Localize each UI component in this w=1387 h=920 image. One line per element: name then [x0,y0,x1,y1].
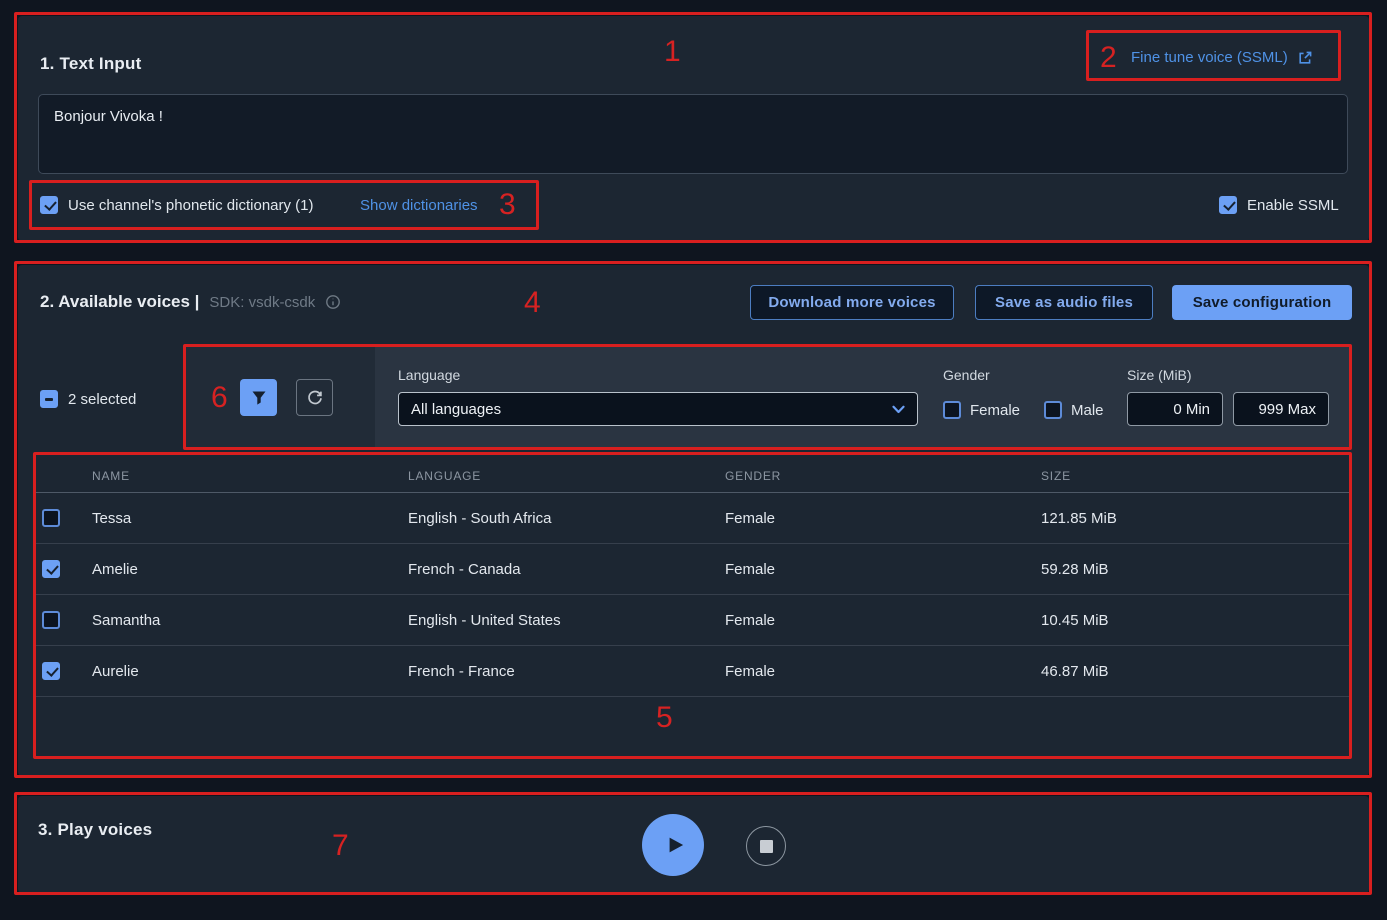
filter-button[interactable] [240,379,277,416]
voice-name: Aurelie [85,663,401,680]
header-name: NAME [85,469,401,483]
save-configuration-button[interactable]: Save configuration [1172,285,1352,320]
size-filter-label: Size (MiB) [1127,367,1192,383]
voice-name: Amelie [85,561,401,578]
language-select-value: All languages [411,401,501,418]
voice-gender: Female [718,510,1034,527]
voice-size: 121.85 MiB [1034,510,1349,527]
voice-name: Samantha [85,612,401,629]
voice-size: 10.45 MiB [1034,612,1349,629]
gender-female-label: Female [970,402,1020,420]
voice-size: 46.87 MiB [1034,663,1349,680]
save-as-audio-files-button[interactable]: Save as audio files [975,285,1153,320]
gender-male-checkbox[interactable] [1044,401,1062,419]
play-voices-section: 3. Play voices [18,796,1369,893]
row-checkbox[interactable] [42,611,60,629]
table-row-amelie: Amelie French - Canada Female 59.28 MiB [35,544,1349,595]
info-icon[interactable] [325,294,341,310]
voice-gender: Female [718,612,1034,629]
voice-filter-bar: Language All languages Gender Female Mal… [185,347,1349,448]
voices-table: NAME LANGUAGE GENDER SIZE Tessa English … [35,459,1349,697]
header-language: LANGUAGE [401,469,718,483]
row-checkbox[interactable] [42,560,60,578]
row-checkbox[interactable] [42,509,60,527]
voice-gender: Female [718,561,1034,578]
size-max-input[interactable] [1233,392,1329,426]
fine-tune-voice-link[interactable]: Fine tune voice (SSML) [1131,49,1313,66]
play-button[interactable] [642,814,704,876]
sdk-label: SDK: vsdk-csdk [209,294,315,311]
voice-gender: Female [718,663,1034,680]
refresh-icon [306,389,324,407]
show-dictionaries-link[interactable]: Show dictionaries [360,197,478,215]
phonetic-dictionary-checkbox[interactable] [40,196,58,214]
table-row-tessa: Tessa English - South Africa Female 121.… [35,493,1349,544]
external-link-icon [1297,50,1313,66]
table-row-aurelie: Aurelie French - France Female 46.87 MiB [35,646,1349,697]
gender-filter-label: Gender [943,367,990,383]
section1-title: 1. Text Input [40,53,141,74]
language-select[interactable]: All languages [398,392,918,426]
stop-button[interactable] [746,826,786,866]
filter-icon [251,390,267,406]
download-more-voices-button[interactable]: Download more voices [750,285,954,320]
voice-language: French - Canada [401,561,718,578]
section2-title: 2. Available voices | [40,292,199,312]
fine-tune-voice-label: Fine tune voice (SSML) [1131,49,1288,66]
voice-language: French - France [401,663,718,680]
enable-ssml-checkbox[interactable] [1219,196,1237,214]
voices-table-header: NAME LANGUAGE GENDER SIZE [35,459,1349,493]
header-gender: GENDER [718,469,1034,483]
gender-female-checkbox[interactable] [943,401,961,419]
gender-male-label: Male [1071,402,1104,420]
available-voices-section: 2. Available voices | SDK: vsdk-csdk Dow… [18,265,1369,776]
voice-language: English - South Africa [401,510,718,527]
tts-voice-configuration-page: 1. Text Input Fine tune voice (SSML) Bon… [0,0,1387,920]
section2-title-row: 2. Available voices | SDK: vsdk-csdk [40,292,341,312]
voice-language: English - United States [401,612,718,629]
enable-ssml-label: Enable SSML [1247,197,1339,215]
row-checkbox[interactable] [42,662,60,680]
stop-icon [760,840,773,853]
text-input-textarea[interactable]: Bonjour Vivoka ! [38,94,1348,174]
filter-tools-group [185,347,375,448]
size-min-input[interactable] [1127,392,1223,426]
chevron-down-icon [892,405,905,414]
header-size: SIZE [1034,469,1349,483]
section3-title: 3. Play voices [38,819,152,840]
language-filter-label: Language [398,367,460,383]
voice-name: Tessa [85,510,401,527]
select-all-checkbox[interactable] [40,390,58,408]
phonetic-dictionary-label: Use channel's phonetic dictionary (1) [68,197,314,215]
refresh-button[interactable] [296,379,333,416]
text-input-section: 1. Text Input Fine tune voice (SSML) Bon… [18,16,1369,241]
selected-count-label: 2 selected [68,391,136,409]
play-icon [658,832,688,858]
voice-size: 59.28 MiB [1034,561,1349,578]
table-row-samantha: Samantha English - United States Female … [35,595,1349,646]
